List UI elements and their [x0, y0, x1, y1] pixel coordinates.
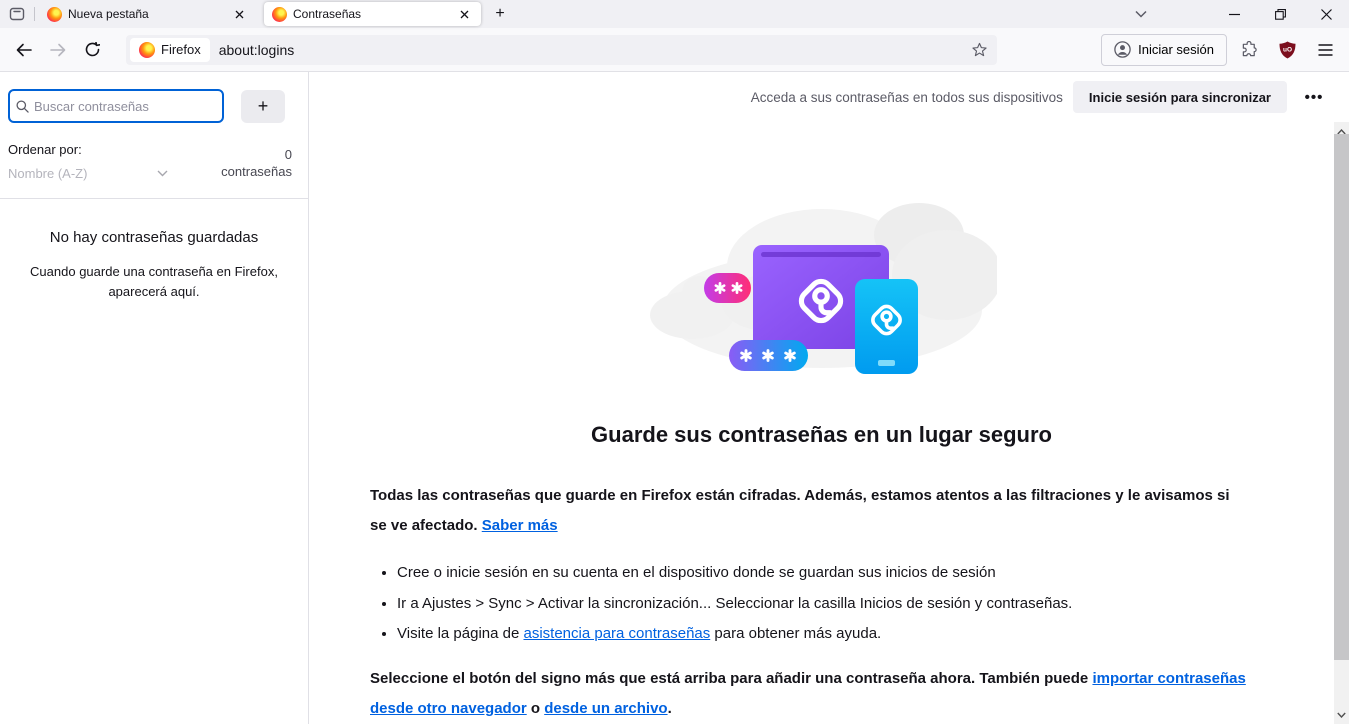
- login-count-number: 0: [284, 147, 292, 162]
- empty-title: No hay contraseñas guardadas: [49, 229, 259, 246]
- page-title: Guarde sus contraseñas en un lugar segur…: [591, 422, 1052, 447]
- chevron-down-icon: [1135, 10, 1147, 18]
- puzzle-icon: [1242, 41, 1257, 57]
- firefox-signin-button[interactable]: Iniciar sesión: [1101, 33, 1227, 66]
- new-tab-button[interactable]: +: [487, 2, 513, 26]
- signin-label: Iniciar sesión: [1138, 42, 1214, 57]
- list-item: Cree o inicie sesión en su cuenta en el …: [397, 558, 1250, 589]
- logins-sidebar: + Ordenar por: Nombre (A-Z) 0 contraseña…: [0, 72, 309, 724]
- sort-value: Nombre (A-Z): [8, 166, 88, 181]
- tab-title: Nueva pestaña: [68, 7, 149, 21]
- ublock-shield-icon: uO: [1279, 41, 1295, 58]
- reload-icon: [85, 42, 100, 57]
- firefox-logo-icon: [272, 6, 287, 22]
- firefox-logo-icon: [47, 6, 62, 22]
- minimize-icon: [1228, 13, 1240, 15]
- tab-close-icon[interactable]: [230, 5, 248, 23]
- close-button[interactable]: [1303, 0, 1349, 28]
- tab-title: Contraseñas: [293, 7, 362, 21]
- sync-hint-text: Acceda a sus contraseñas en todos sus di…: [750, 89, 1063, 105]
- scroll-down-arrow[interactable]: [1334, 707, 1349, 722]
- identity-chip[interactable]: Firefox: [130, 37, 210, 62]
- chevron-down-icon: [157, 170, 168, 177]
- back-button[interactable]: [8, 34, 40, 66]
- intro-scroll-area: Guarde sus contraseñas en un lugar segur…: [309, 122, 1349, 724]
- kebab-menu-button[interactable]: •••: [1297, 81, 1331, 113]
- restore-button[interactable]: [1257, 0, 1303, 28]
- ublock-origin-button[interactable]: uO: [1271, 34, 1303, 66]
- url-text: about:logins: [218, 41, 295, 58]
- app-menu-button[interactable]: [1309, 34, 1341, 66]
- sync-steps-list: Cree o inicie sesión en su cuenta en el …: [397, 558, 1250, 650]
- firefox-logo-icon: [139, 41, 155, 58]
- tabbar-spacer: [513, 0, 1126, 28]
- scrollbar-thumb[interactable]: [1334, 134, 1349, 660]
- close-icon: [1320, 8, 1332, 20]
- list-item: Visite la página de asistencia para cont…: [397, 619, 1250, 650]
- tab-nueva-pestana[interactable]: Nueva pestaña: [39, 2, 256, 26]
- restore-icon: [1274, 8, 1286, 20]
- reload-button[interactable]: [76, 34, 108, 66]
- star-icon: [972, 42, 987, 57]
- tab-bar: Nueva pestaña Contraseñas +: [0, 0, 1349, 28]
- about-logins-page: + Ordenar por: Nombre (A-Z) 0 contraseña…: [0, 72, 1349, 724]
- svg-text:uO: uO: [1282, 46, 1291, 53]
- tab-separator: [34, 7, 35, 21]
- account-icon: [1114, 41, 1131, 58]
- intro-paragraph: Todas las contraseñas que guarde en Fire…: [370, 487, 1230, 534]
- login-intro-pane: Acceda a sus contraseñas en todos sus di…: [309, 72, 1349, 724]
- list-all-tabs-button[interactable]: [1126, 0, 1156, 28]
- firefox-view-icon: [9, 7, 25, 21]
- tab-contrasenas[interactable]: Contraseñas: [264, 2, 481, 26]
- sync-header: Acceda a sus contraseñas en todos sus di…: [309, 72, 1349, 122]
- search-icon: [16, 99, 29, 113]
- login-count-label: contraseñas: [221, 164, 292, 179]
- minimize-button[interactable]: [1211, 0, 1257, 28]
- identity-label: Firefox: [161, 42, 201, 57]
- firefox-view-button[interactable]: [0, 0, 34, 28]
- sort-row: Ordenar por: Nombre (A-Z) 0 contraseñas: [0, 123, 308, 181]
- login-count: 0 contraseñas: [221, 146, 292, 181]
- sort-label: Ordenar por:: [8, 142, 82, 157]
- hamburger-icon: [1318, 43, 1332, 56]
- password-help-link[interactable]: asistencia para contraseñas: [523, 625, 710, 642]
- vertical-scrollbar[interactable]: [1334, 122, 1349, 724]
- navigation-toolbar: Firefox about:logins Iniciar sesión uO: [0, 28, 1349, 72]
- extensions-button[interactable]: [1233, 34, 1265, 66]
- login-search-box[interactable]: [8, 89, 224, 123]
- sort-dropdown[interactable]: Nombre (A-Z): [8, 166, 168, 181]
- tab-close-icon[interactable]: [455, 5, 473, 23]
- empty-description: Cuando guarde una contraseña en Firefox,…: [30, 264, 278, 299]
- import-from-file-link[interactable]: desde un archivo: [544, 700, 667, 717]
- list-item: Ir a Ajustes > Sync > Activar la sincron…: [397, 589, 1250, 620]
- empty-login-list: No hay contraseñas guardadas Cuando guar…: [0, 199, 308, 302]
- forward-icon: [50, 43, 66, 56]
- bookmark-star-button[interactable]: [965, 36, 993, 64]
- import-paragraph: Seleccione el botón del signo más que es…: [370, 669, 1246, 717]
- passwords-illustration: [309, 175, 1334, 395]
- search-input[interactable]: [34, 98, 216, 114]
- sync-signin-button[interactable]: Inicie sesión para sincronizar: [1072, 81, 1287, 113]
- back-icon: [16, 43, 32, 56]
- create-login-button[interactable]: +: [241, 89, 285, 123]
- learn-more-link[interactable]: Saber más: [482, 517, 558, 534]
- forward-button[interactable]: [42, 34, 74, 66]
- url-bar[interactable]: Firefox about:logins: [126, 34, 998, 65]
